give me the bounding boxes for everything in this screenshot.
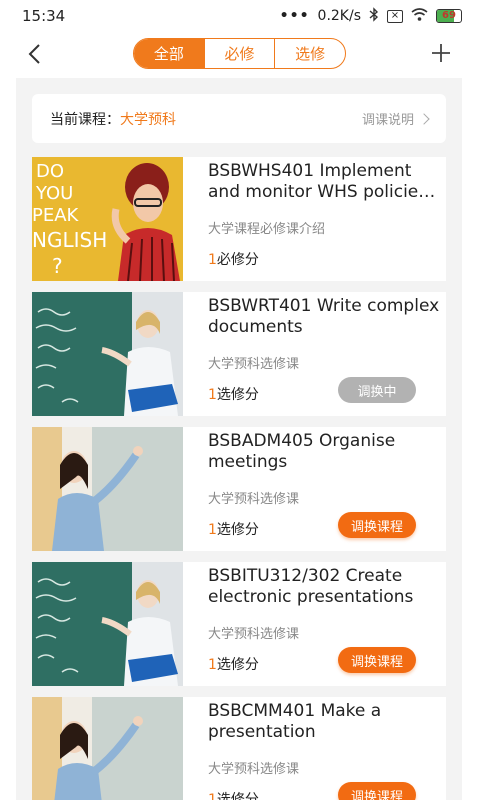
change-course-button[interactable]: 调换课程 [338,512,416,538]
credit-number: 1 [208,657,217,673]
svg-text:?: ? [52,254,63,278]
course-title: BSBWRT401 Write complex documents [208,296,440,337]
credit-number: 1 [208,792,217,800]
course-title: BSBADM405 Organise meetings [208,431,396,472]
current-course-bar: 当前课程：大学预科 调课说明 [32,94,446,143]
course-subtitle: 大学预科选修课 [208,762,300,777]
credit-number: 1 [208,387,217,403]
course-credit: 1选修分 [208,654,259,674]
course-subtitle: 大学预科选修课 [208,357,300,372]
status-time: 15:34 [22,7,66,25]
change-course-button[interactable]: 调换课程 [338,782,416,800]
credit-label: 选修分 [216,792,259,800]
credit-number: 1 [208,522,217,538]
main-content: 当前课程：大学预科 调课说明 DO YOU PEAK NGLISH ? BSBW… [16,78,462,800]
network-speed: 0.2K/s [317,8,361,24]
course-thumbnail [32,697,183,800]
course-credit: 1必修分 [208,249,259,269]
tab-all[interactable]: 全部 [134,39,204,68]
tab-elective[interactable]: 选修 [274,39,345,68]
course-credit: 1选修分 [208,519,259,539]
credit-label: 选修分 [216,657,259,673]
credit-label: 选修分 [216,522,259,538]
no-sim-icon: × [387,9,403,23]
current-course-label: 当前课程： [50,111,120,128]
bluetooth-icon [369,6,379,26]
wifi-icon [411,7,428,25]
course-thumbnail [32,292,183,416]
current-course-value: 大学预科 [120,111,176,128]
chevron-right-icon [418,112,430,125]
course-card[interactable]: BSBCMM401 Make a presentation 大学预科选修课 1选… [32,697,446,800]
course-thumbnail: DO YOU PEAK NGLISH ? [32,157,183,281]
back-button[interactable] [24,42,48,66]
add-button[interactable] [430,42,452,64]
course-subtitle: 大学预科选修课 [208,492,300,507]
notification-dots: ••• [279,8,310,24]
status-bar: 15:34 ••• 0.2K/s × 69 [0,0,480,32]
course-thumbnail [32,427,183,551]
battery-icon: 69 [436,9,462,23]
change-course-button[interactable]: 调换课程 [338,647,416,673]
credit-label: 选修分 [216,387,259,403]
plus-icon [432,44,450,62]
course-card[interactable]: DO YOU PEAK NGLISH ? BSBWHS401 Implement… [32,157,446,281]
tab-required[interactable]: 必修 [203,39,275,68]
course-title: BSBITU312/302 Create electronic presenta… [208,566,414,607]
course-subtitle: 大学预科选修课 [208,627,300,642]
course-title: BSBCMM401 Make a presentation [208,701,382,742]
svg-text:YOU: YOU [35,183,73,204]
course-credit: 1选修分 [208,384,259,404]
course-change-info-link[interactable]: 调课说明 [361,109,430,128]
course-status-button[interactable]: 调换中 [338,377,416,403]
chevron-left-icon [28,44,40,64]
course-subtitle: 大学课程必修课介绍 [208,222,326,237]
course-card[interactable]: BSBWRT401 Write complex documents 大学预科选修… [32,292,446,416]
battery-level: 69 [442,10,456,21]
svg-text:DO: DO [36,161,64,182]
top-nav: 全部 必修 选修 [0,32,480,78]
course-thumbnail [32,562,183,686]
course-filter-tabs: 全部 必修 选修 [133,38,346,69]
credit-label: 必修分 [216,252,259,268]
svg-text:NGLISH: NGLISH [32,228,107,252]
course-card[interactable]: BSBADM405 Organise meetings 大学预科选修课 1选修分… [32,427,446,551]
svg-text:PEAK: PEAK [32,205,80,226]
status-icons: ••• 0.2K/s × 69 [279,6,462,26]
current-course-info: 当前课程：大学预科 [50,109,176,129]
course-card[interactable]: BSBITU312/302 Create electronic presenta… [32,562,446,686]
course-change-info-label: 调课说明 [361,113,414,128]
credit-number: 1 [208,252,217,268]
course-credit: 1选修分 [208,789,259,800]
course-title: BSBWHS401 Implement and monitor WHS poli… [208,161,433,202]
